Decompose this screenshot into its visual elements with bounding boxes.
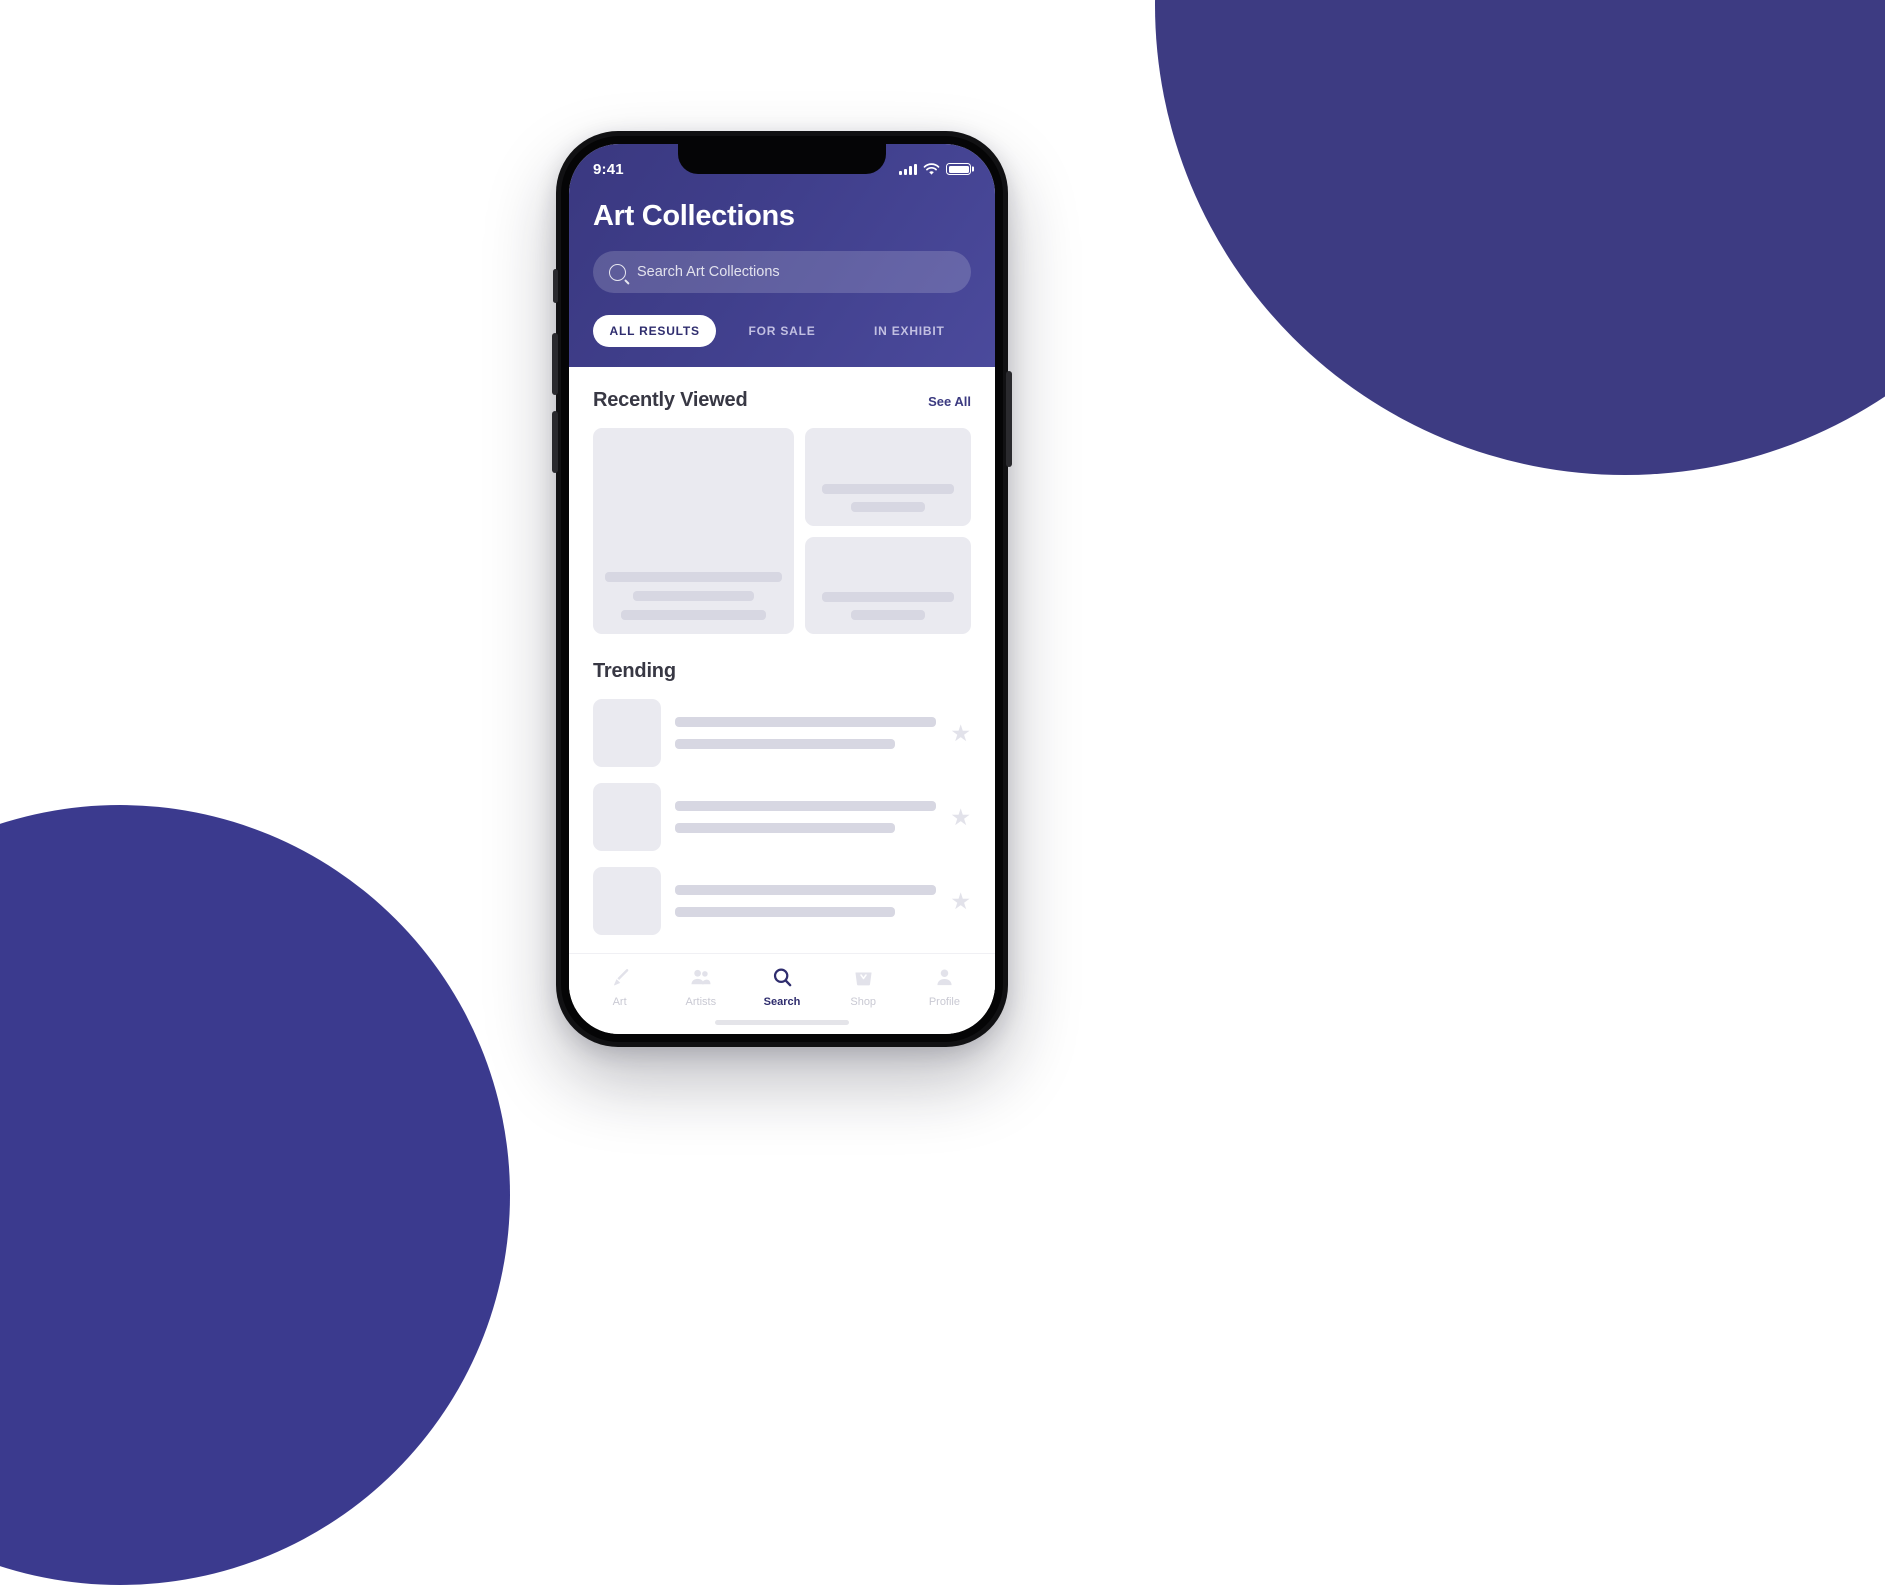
skeleton-bar [633,591,754,601]
volume-down-button[interactable] [552,411,558,473]
people-icon [691,969,711,985]
recently-viewed-side-column [805,428,971,634]
tab-label: Search [763,996,801,1008]
search-icon [773,968,791,987]
skeleton-bar [675,907,895,917]
star-icon[interactable]: ★ [950,889,971,913]
recently-viewed-header: Recently Viewed See All [593,367,971,428]
tab-art[interactable]: Art [579,966,660,1008]
recently-viewed-card-small[interactable] [805,428,971,526]
skeleton-bar [605,572,782,582]
trending-text-lines [675,801,937,833]
see-all-link[interactable]: See All [928,394,971,409]
tab-artists[interactable]: Artists [660,966,741,1008]
tab-profile[interactable]: Profile [904,966,985,1008]
trending-thumbnail [593,699,661,767]
recently-viewed-grid [593,428,971,634]
battery-full-icon [946,163,971,175]
decorative-blob-bottom-left [0,805,510,1585]
list-item[interactable]: ★ [593,783,971,851]
tab-bar-container: Art Artists Search Shop Profile [569,953,995,1034]
recently-viewed-title: Recently Viewed [593,389,748,411]
content-scroll-area[interactable]: Recently Viewed See All Trending ★ ★ ★ [569,367,995,953]
shopping-basket-icon [855,972,872,986]
signal-bars-icon [899,163,917,175]
skeleton-bar [675,717,937,727]
list-item[interactable]: ★ [593,699,971,767]
trending-header: Trending [593,634,971,699]
skeleton-bar [850,610,926,620]
bottom-tab-bar: Art Artists Search Shop Profile [569,953,995,1008]
skeleton-bar [675,801,937,811]
app-header: 9:41 Art Collections Search Art Collecti… [569,144,995,367]
phone-mockup: 9:41 Art Collections Search Art Collecti… [552,131,1012,1047]
skeleton-bar [675,739,895,749]
trending-title: Trending [593,660,676,682]
tab-label: Artists [685,996,717,1008]
power-button[interactable] [1006,371,1012,467]
volume-up-button[interactable] [552,333,558,395]
tab-shop[interactable]: Shop [823,966,904,1008]
mute-switch-button[interactable] [553,269,558,303]
skeleton-bar [850,501,926,512]
skeleton-bar [821,483,955,494]
decorative-blob-top-right [1155,0,1885,475]
skeleton-bar [675,823,895,833]
status-bar-time: 9:41 [593,160,624,178]
person-icon [937,969,952,986]
list-item[interactable]: ★ [593,867,971,935]
search-input[interactable]: Search Art Collections [593,251,971,293]
wifi-icon [923,162,940,175]
skeleton-bar [621,610,766,620]
skeleton-bar [821,592,955,602]
trending-text-lines [675,717,937,749]
tab-in-exhibit[interactable]: IN EXHIBIT [848,315,971,347]
trending-thumbnail [593,783,661,851]
tab-search[interactable]: Search [741,966,822,1008]
home-indicator[interactable] [715,1020,849,1025]
recently-viewed-card-small[interactable] [805,536,971,634]
star-icon[interactable]: ★ [950,805,971,829]
star-icon[interactable]: ★ [950,721,971,745]
skeleton-bar [675,885,937,895]
search-input-placeholder: Search Art Collections [637,264,780,280]
page-title: Art Collections [593,200,795,232]
paintbrush-icon [614,969,629,986]
tab-all-results[interactable]: ALL RESULTS [593,315,717,347]
phone-notch [678,144,886,174]
tab-label: Profile [928,996,960,1008]
recently-viewed-card-large[interactable] [593,428,794,634]
phone-screen: 9:41 Art Collections Search Art Collecti… [569,144,995,1034]
search-icon [609,263,626,281]
trending-thumbnail [593,867,661,935]
status-bar-icons [899,159,971,176]
tab-label: Art [612,996,627,1008]
tab-label: Shop [850,996,877,1008]
trending-text-lines [675,885,937,917]
tab-for-sale[interactable]: FOR SALE [720,315,843,347]
segmented-tabs: ALL RESULTS FOR SALE IN EXHIBIT [593,315,971,347]
